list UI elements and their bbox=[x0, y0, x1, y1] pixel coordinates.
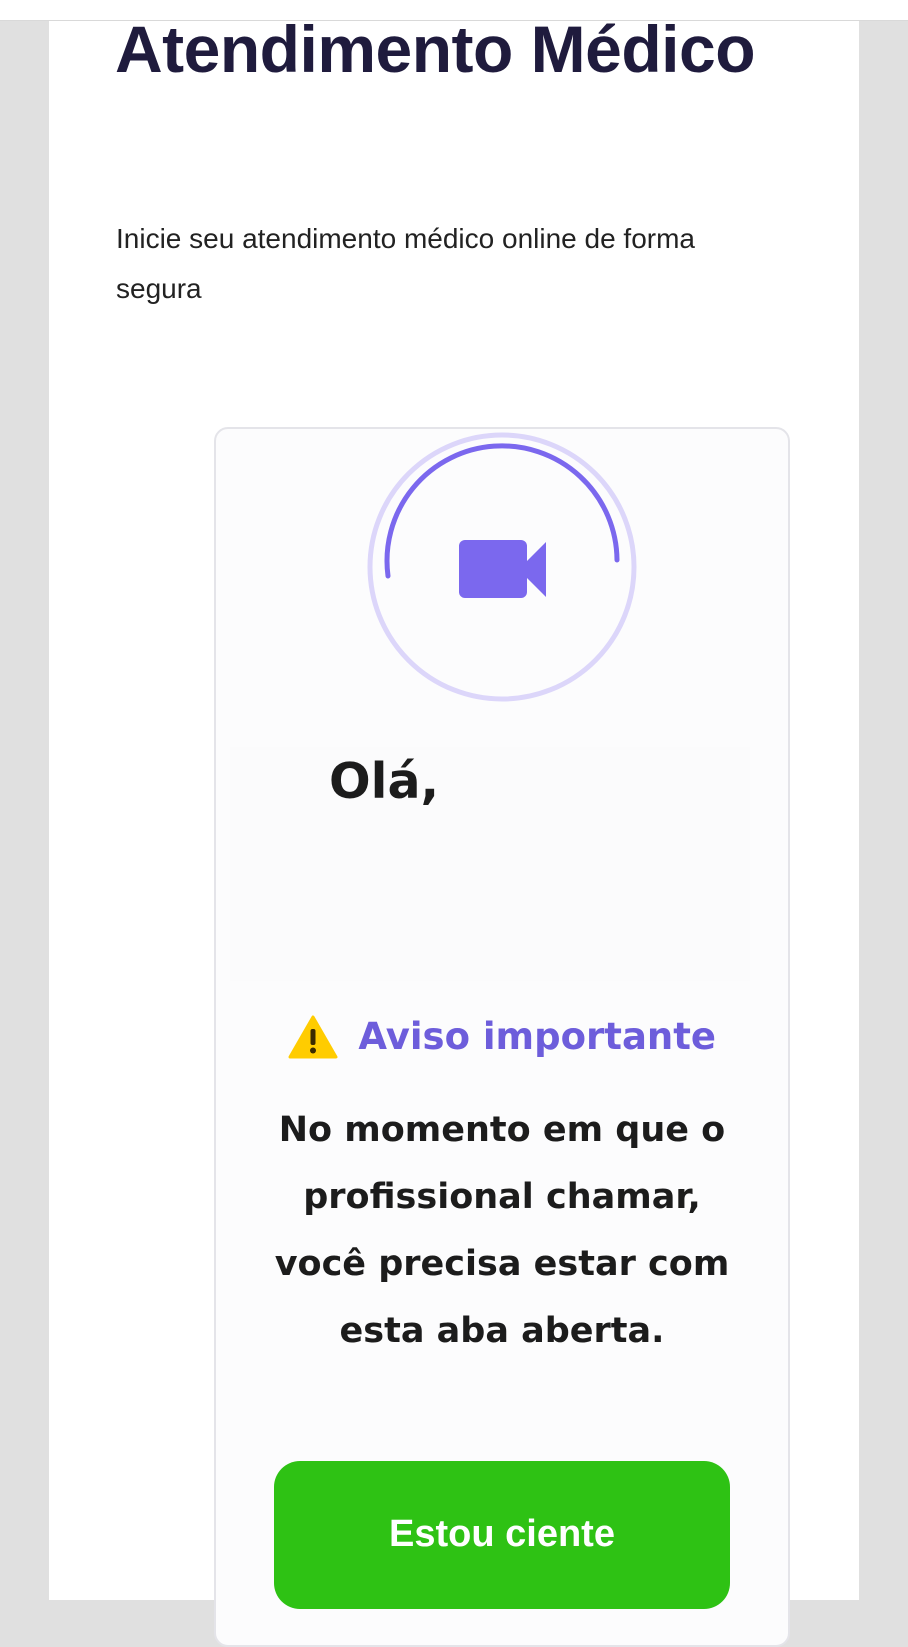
warning-icon bbox=[288, 1015, 338, 1059]
page-container: Atendimento Médico Inicie seu atendiment… bbox=[49, 12, 859, 1647]
page-subtitle: Inicie seu atendimento médico online de … bbox=[116, 223, 696, 304]
page-title: Atendimento Médico bbox=[115, 12, 756, 86]
warning-message: No momento em que o profissional chamar,… bbox=[274, 1110, 730, 1351]
video-camera-icon bbox=[459, 540, 546, 598]
greeting: Olá, bbox=[329, 753, 440, 810]
greeting-panel bbox=[230, 747, 750, 981]
loading-spinner bbox=[367, 432, 637, 702]
warning-title: Aviso importante bbox=[358, 1015, 717, 1058]
acknowledge-button[interactable]: Estou ciente bbox=[274, 1461, 730, 1609]
warning-header: Aviso importante bbox=[216, 1012, 788, 1062]
consultation-card: Olá, Aviso importante No momento em que … bbox=[214, 427, 790, 1647]
